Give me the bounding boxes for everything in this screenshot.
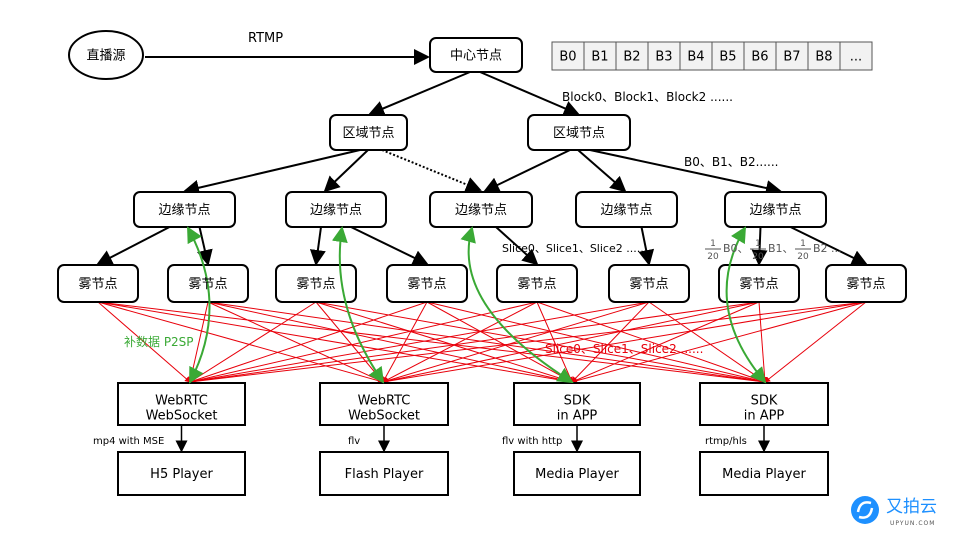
format-label: flv with http bbox=[502, 436, 562, 447]
p2sp-note: 补数据 P2SP bbox=[124, 334, 194, 349]
fog-node-label: 雾节点 bbox=[407, 277, 446, 292]
fraction-item: B2 ... bbox=[813, 242, 842, 255]
block-label: B6 bbox=[751, 50, 768, 65]
block-label: B4 bbox=[687, 50, 704, 65]
format-label: rtmp/hls bbox=[705, 436, 747, 447]
fraction-item: B1、 bbox=[768, 242, 794, 255]
region-node-label: 区域节点 bbox=[553, 126, 605, 141]
p2p-line bbox=[764, 301, 867, 383]
fog-node-label: 雾节点 bbox=[629, 277, 668, 292]
block-label: B0 bbox=[559, 50, 576, 65]
edge-node-label: 边缘节点 bbox=[310, 203, 362, 218]
block-label: B1 bbox=[591, 50, 608, 65]
red-slice-note: Slice0、Slice1、Slice2 ...... bbox=[545, 342, 703, 356]
client-line2: WebSocket bbox=[348, 409, 420, 424]
client-line1: WebRTC bbox=[358, 394, 411, 409]
fog-node-label: 雾节点 bbox=[188, 277, 227, 292]
logo-sub: UPYUN.COM bbox=[890, 520, 935, 527]
client-line1: SDK bbox=[564, 394, 591, 409]
client-line2: WebSocket bbox=[146, 409, 218, 424]
edge-node-label: 边缘节点 bbox=[455, 203, 507, 218]
region-to-edge-dotted bbox=[381, 149, 482, 193]
fog-node-label: 雾节点 bbox=[517, 277, 556, 292]
fog-node-label: 雾节点 bbox=[739, 277, 778, 292]
region-to-edge bbox=[183, 149, 361, 196]
fog-node-label: 雾节点 bbox=[78, 277, 117, 292]
region-node-label: 区域节点 bbox=[342, 126, 394, 141]
edge-node-label: 边缘节点 bbox=[600, 203, 652, 218]
block-label: ... bbox=[850, 50, 862, 65]
slice-note: Slice0、Slice1、Slice2 ...... bbox=[502, 242, 647, 255]
logo-icon bbox=[851, 496, 879, 524]
fraction-den: 20 bbox=[752, 252, 764, 262]
source-label: 直播源 bbox=[86, 49, 125, 64]
region-to-edge bbox=[483, 149, 571, 193]
player-box-label: H5 Player bbox=[150, 467, 213, 482]
block-label: B2 bbox=[623, 50, 640, 65]
region-note: B0、B1、B2...... bbox=[684, 155, 779, 169]
p2p-line bbox=[382, 301, 538, 383]
p2sp-arrow bbox=[331, 226, 385, 384]
p2p-line bbox=[315, 301, 573, 384]
fog-node-label: 雾节点 bbox=[846, 277, 885, 292]
p2sp-arrow bbox=[187, 226, 211, 384]
edge-to-fog bbox=[350, 226, 429, 266]
player-box-label: Media Player bbox=[535, 467, 619, 482]
client-line1: SDK bbox=[751, 394, 778, 409]
format-label: mp4 with MSE bbox=[93, 436, 164, 447]
fraction-den: 20 bbox=[797, 252, 809, 262]
client-line2: in APP bbox=[744, 409, 785, 424]
fraction-num: 1 bbox=[800, 239, 806, 249]
edge-node-label: 边缘节点 bbox=[749, 203, 801, 218]
rtmp-label: RTMP bbox=[248, 31, 283, 46]
client-line2: in APP bbox=[557, 409, 598, 424]
edge-to-fog bbox=[96, 226, 170, 265]
cdn-p2p-diagram: 直播源 RTMP 中心节点 B0 B1 B2 B3 B4 B5 B6 B7 B8 ... Block0、B… bbox=[57, 30, 937, 527]
center-to-region bbox=[368, 71, 471, 116]
fraction-num: 1 bbox=[755, 239, 761, 249]
fraction-item: B0、 bbox=[723, 242, 749, 255]
format-label: flv bbox=[348, 436, 360, 447]
block-label: B5 bbox=[719, 50, 736, 65]
block-label: B8 bbox=[815, 50, 832, 65]
center-node-label: 中心节点 bbox=[450, 49, 502, 64]
fraction-den: 20 bbox=[707, 252, 719, 262]
player-box-label: Media Player bbox=[722, 467, 806, 482]
logo-name: 又拍云 bbox=[886, 497, 937, 517]
fog-node-label: 雾节点 bbox=[296, 277, 335, 292]
block-label: B3 bbox=[655, 50, 672, 65]
client-line1: WebRTC bbox=[155, 394, 208, 409]
fraction-num: 1 bbox=[710, 239, 716, 249]
edge-node-label: 边缘节点 bbox=[158, 203, 210, 218]
block-note: Block0、Block1、Block2 ...... bbox=[562, 90, 733, 104]
edge-to-fog bbox=[309, 226, 326, 266]
block-label: B7 bbox=[783, 50, 800, 65]
player-box-label: Flash Player bbox=[345, 467, 424, 482]
